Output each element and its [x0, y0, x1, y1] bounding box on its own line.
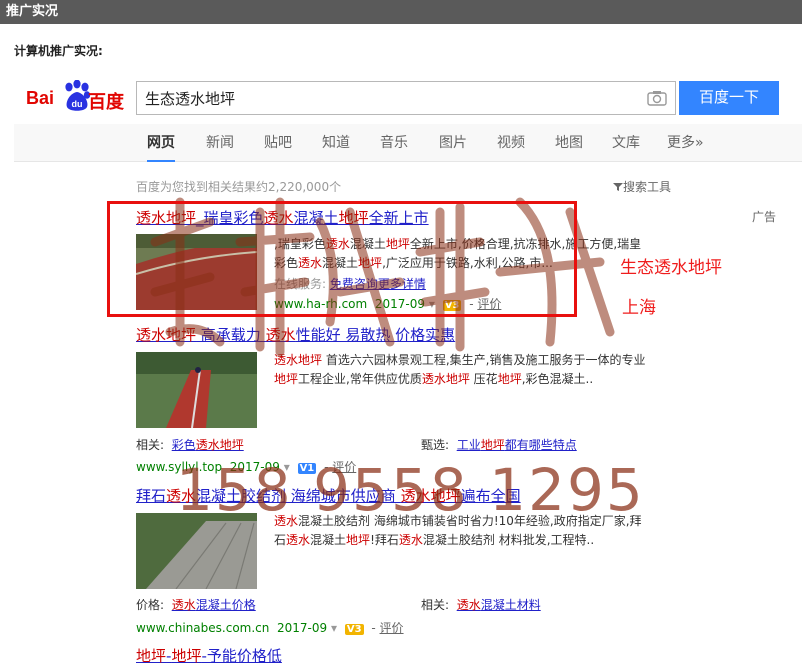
page-root: 推广实况 计算机推广实况: Bai du 百度 百度一下 网页 新闻 贴吧 知道…: [0, 0, 802, 670]
ad-label: 广告: [752, 210, 777, 224]
tab-wenku[interactable]: 文库: [612, 124, 640, 162]
related-link[interactable]: 彩色透水地坪: [172, 438, 244, 452]
tab-tieba[interactable]: 贴吧: [264, 124, 292, 162]
tab-images[interactable]: 图片: [439, 124, 467, 162]
search-input[interactable]: [145, 87, 635, 109]
v3-badge-icon[interactable]: V3: [344, 624, 364, 635]
result-price-3: 价格: 透水混凝土价格: [136, 596, 256, 613]
tab-zhidao[interactable]: 知道: [322, 124, 350, 162]
page-subtitle: 计算机推广实况:: [14, 44, 103, 58]
tab-video[interactable]: 视频: [497, 124, 525, 162]
red-path-park-image: [136, 352, 257, 428]
stone-pavement-image: [136, 513, 257, 589]
tab-news[interactable]: 新闻: [206, 124, 234, 162]
camera-icon[interactable]: [647, 90, 667, 106]
tab-more[interactable]: 更多»: [667, 124, 704, 162]
watermark-product: 生态透水地坪: [620, 258, 722, 278]
result-selected-2: 甄选: 工业地坪都有哪些特点: [421, 436, 577, 453]
watermark-phone: 158 9558 1295: [176, 456, 645, 524]
selected-label: 甄选:: [421, 438, 450, 452]
result-related-2: 相关: 彩色透水地坪: [136, 436, 244, 453]
annotation-highlight-box: [107, 201, 577, 317]
search-tabs: 网页 新闻 贴吧 知道 音乐 图片 视频 地图 文库 更多»: [14, 124, 802, 162]
result-title-4[interactable]: 地坪-地坪-予能价格低: [136, 645, 282, 666]
search-box: [136, 81, 676, 115]
price-label: 价格:: [136, 598, 165, 612]
selected-link[interactable]: 工业地坪都有哪些特点: [457, 438, 577, 452]
related-link[interactable]: 透水混凝土材料: [457, 598, 541, 612]
result-url-text: www.chinabes.com.cn: [136, 621, 270, 635]
result-url-3[interactable]: www.chinabes.com.cn 2017-09 ▾ V3 - 评价: [136, 619, 404, 636]
related-label: 相关:: [421, 598, 450, 612]
baidu-logo[interactable]: Bai du 百度: [26, 78, 128, 114]
result-thumbnail-2[interactable]: [136, 352, 257, 428]
tab-map[interactable]: 地图: [555, 124, 583, 162]
logo-text-bai: Bai: [26, 88, 55, 108]
tab-music[interactable]: 音乐: [380, 124, 408, 162]
dropdown-arrow-icon[interactable]: ▾: [331, 621, 337, 635]
related-label: 相关:: [136, 438, 165, 452]
watermark-location: 上海: [622, 298, 656, 318]
window-title: 推广实况: [0, 0, 802, 24]
logo-text-du: du: [72, 99, 83, 109]
rate-link[interactable]: - 评价: [371, 621, 403, 635]
result-related-3: 相关: 透水混凝土材料: [421, 596, 541, 613]
result-date: 2017-09: [277, 621, 328, 635]
result-thumbnail-3[interactable]: [136, 513, 257, 589]
search-button[interactable]: 百度一下: [679, 81, 779, 115]
logo-text-baidu-cn: 百度: [88, 92, 124, 113]
price-link[interactable]: 透水混凝土价格: [172, 598, 256, 612]
tab-web[interactable]: 网页: [147, 124, 175, 162]
